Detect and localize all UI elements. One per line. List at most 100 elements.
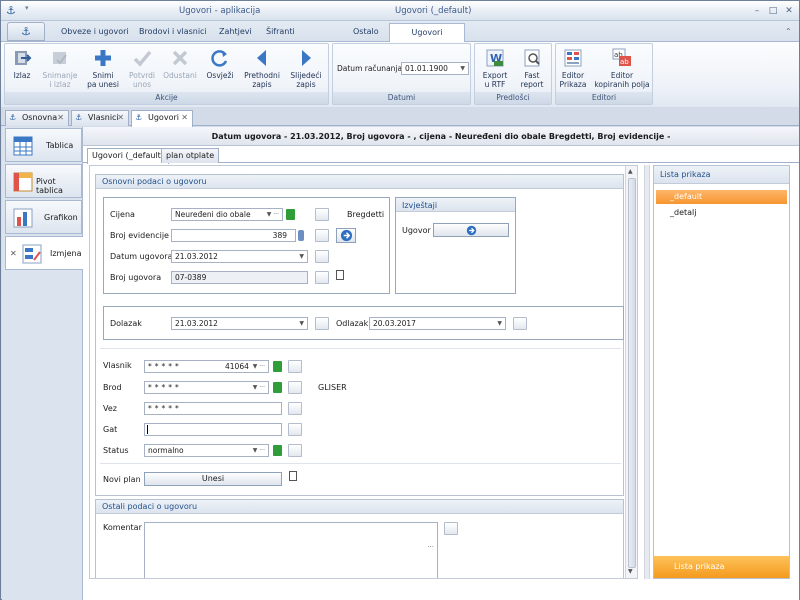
eraser-icon[interactable] (288, 444, 302, 457)
eraser-icon[interactable] (444, 522, 458, 535)
sidebar-item-tablica[interactable]: Tablica (5, 128, 82, 162)
komentar-textarea[interactable]: ··· (144, 522, 438, 578)
eraser-icon[interactable] (288, 402, 302, 415)
broj-evidencije-input[interactable]: 389 (171, 229, 296, 242)
snimi-pa-unesi-button[interactable]: Snimi pa unesi (83, 46, 123, 89)
broj-ugovora-input[interactable]: 07-0389 (171, 271, 308, 284)
green-document-icon[interactable] (273, 445, 282, 456)
copy-icon[interactable] (289, 471, 297, 481)
eraser-icon[interactable] (315, 271, 329, 284)
status-label: Status (103, 446, 129, 455)
dolazak-input[interactable]: 21.03.2012 ▼ (171, 317, 308, 330)
vlasnik-dropdown[interactable]: ***** 41064 ▼ ··· (144, 360, 269, 373)
scroll-down-icon[interactable]: ▼ (628, 568, 633, 575)
doc-tab-vlasnici[interactable]: ⚓ Vlasnici ✕ (71, 110, 129, 126)
anchor-icon: ⚓ (135, 113, 143, 122)
sidebar-item-izmjena[interactable]: ✕ Izmjena (5, 236, 84, 270)
green-document-icon[interactable] (286, 209, 295, 220)
chevron-down-icon[interactable]: ▼ (299, 251, 304, 262)
minimize-button[interactable]: – (751, 6, 763, 16)
unesi-button[interactable]: Unesi (144, 472, 282, 486)
akcije-group-label: Akcije (5, 92, 328, 104)
close-tab-icon[interactable]: ✕ (57, 111, 64, 125)
eraser-icon[interactable] (315, 208, 329, 221)
editor-kopiranih-polja-button[interactable]: ab ab Editor kopiranih polja (592, 46, 652, 89)
context-title: Ugovori (_default) (395, 6, 472, 16)
datum-racunanja-input[interactable]: 01.01.1900 ▼ (401, 62, 469, 75)
odustani-button[interactable]: Odustani (161, 46, 199, 81)
quick-access-dropdown[interactable]: ▾ (25, 4, 29, 12)
eraser-icon[interactable] (288, 423, 302, 436)
close-tab-icon[interactable]: ✕ (181, 111, 188, 125)
eraser-icon[interactable] (288, 381, 302, 394)
group-editori: Editor Prikaza ab ab Editor kopiranih pol… (555, 43, 653, 105)
eraser-icon[interactable] (315, 229, 329, 242)
izlaz-button[interactable]: Izlaz (7, 46, 37, 81)
panel-splitter[interactable] (644, 165, 650, 579)
editor-prikaza-button[interactable]: Editor Prikaza (558, 46, 588, 89)
tab-brodovi-i-vlasnici[interactable]: Brodovi i vlasnici (139, 27, 207, 36)
green-document-icon[interactable] (273, 361, 282, 372)
close-button[interactable]: ✕ (783, 6, 795, 16)
odlazak-input[interactable]: 20.03.2017 ▼ (369, 317, 506, 330)
go-arrow-button[interactable] (336, 228, 356, 243)
brod-dropdown[interactable]: ***** ▼ ··· (144, 381, 269, 394)
green-document-icon[interactable] (273, 382, 282, 393)
tab-sifranti[interactable]: Šifranti (266, 27, 295, 36)
eraser-icon[interactable] (315, 317, 329, 330)
form-scrollbar[interactable]: ▲ ▼ (625, 166, 637, 578)
export-rtf-button[interactable]: W Export u RTF (477, 46, 513, 89)
snimi-pa-unesi-label: Snimi pa unesi (87, 71, 119, 89)
cijena-dropdown[interactable]: Neuređeni dio obale ▼ ··· (171, 208, 283, 221)
doc-tab-ugovori[interactable]: ⚓ Ugovori ✕ (131, 110, 193, 127)
sidebar-item-pivot-tablica[interactable]: Pivot tablica (5, 164, 82, 198)
chevron-down-icon[interactable]: ▼ (497, 318, 502, 329)
status-dropdown[interactable]: normalno ▼ ··· (144, 444, 269, 457)
osvjezi-button[interactable]: Osvježi (203, 46, 237, 81)
chevron-down-icon[interactable]: ▼ ··· (253, 382, 265, 393)
cijena-label: Cijena (110, 210, 135, 219)
lista-prikaza-footer[interactable]: Lista prikaza (654, 556, 789, 578)
ribbon-collapse-icon[interactable]: ⌃ (785, 27, 792, 36)
editor-prikaza-label: Editor Prikaza (559, 71, 587, 89)
chevron-down-icon[interactable]: ▼ ··· (253, 445, 265, 456)
prethodni-zapis-button[interactable]: Prethodni zapis (241, 46, 283, 89)
eraser-icon[interactable] (513, 317, 527, 330)
vlasnik-value: ***** (148, 362, 182, 371)
vez-input[interactable]: ***** (144, 402, 282, 415)
doc-tab-osnovna[interactable]: ⚓ Osnovna ✕ (5, 110, 69, 126)
chevron-down-icon[interactable]: ▼ (299, 318, 304, 329)
ostali-podaci-panel: Ostali podaci o ugovoru Komentar ··· (95, 499, 624, 578)
eraser-icon[interactable] (315, 250, 329, 263)
tab-ugovori[interactable]: Ugovori (389, 23, 465, 43)
eraser-icon[interactable] (288, 360, 302, 373)
potvrdi-unos-button[interactable]: Potvrdi unos (125, 46, 159, 89)
close-icon[interactable]: ✕ (10, 249, 17, 258)
gat-input[interactable] (144, 423, 282, 436)
fast-report-button[interactable]: Fast report (515, 46, 549, 89)
sidebar-item-grafikon[interactable]: Grafikon (5, 200, 82, 234)
app-anchor-icon[interactable]: ⚓ (6, 4, 16, 17)
datum-ugovora-input[interactable]: 21.03.2012 ▼ (171, 250, 308, 263)
slijedeci-zapis-button[interactable]: Slijedeći zapis (286, 46, 326, 89)
tab-obveze-i-ugovori[interactable]: Obveze i ugovori (61, 27, 129, 36)
copy-icon[interactable] (336, 270, 344, 280)
chevron-down-icon[interactable]: ▼ (460, 63, 465, 74)
tab-ostalo[interactable]: Ostalo (353, 27, 379, 36)
scroll-up-icon[interactable]: ▲ (628, 168, 633, 175)
tab-zahtjevi[interactable]: Zahtjevi (219, 27, 252, 36)
list-item-default[interactable]: _default (656, 190, 787, 204)
scroll-thumb[interactable] (628, 178, 636, 568)
app-menu-button[interactable]: ⚓ (7, 22, 45, 41)
snimanje-i-izlaz-button[interactable]: Snimanje i izlaz (39, 46, 81, 89)
chevron-down-icon[interactable]: ▼ ··· (253, 361, 265, 372)
maximize-button[interactable]: □ (767, 6, 779, 16)
chevron-down-icon[interactable]: ▼ ··· (267, 209, 279, 220)
close-tab-icon[interactable]: ✕ (117, 111, 124, 125)
ugovor-report-button[interactable] (433, 223, 509, 237)
save-exit-icon (53, 52, 67, 65)
tab-plan-otplate[interactable]: plan otplate (161, 148, 220, 163)
tab-ugovori-default[interactable]: Ugovori (_default) (87, 148, 169, 164)
more-icon[interactable]: ··· (427, 543, 434, 551)
list-item-detalj[interactable]: _detalj (656, 206, 787, 220)
